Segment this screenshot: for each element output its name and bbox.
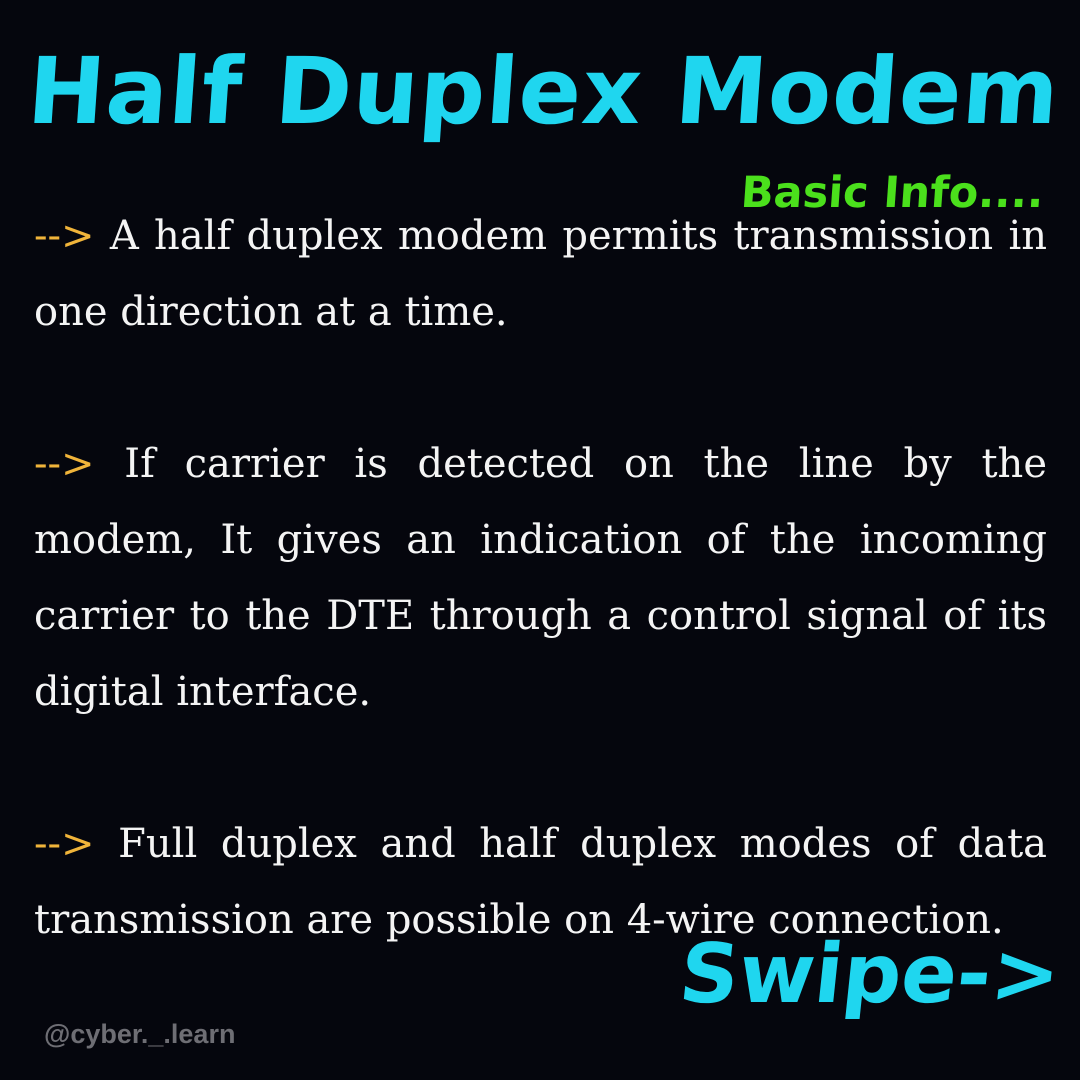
paragraph: --> A half duplex modem permits transmis… — [34, 198, 1047, 350]
paragraph: --> If carrier is detected on the line b… — [34, 426, 1047, 730]
bullet-arrow: --> — [34, 821, 95, 867]
content-body: --> A half duplex modem permits transmis… — [34, 198, 1047, 958]
page-title: Half Duplex Modem — [24, 38, 1064, 145]
author-handle: @cyber._.learn — [44, 1019, 236, 1049]
bullet-arrow: --> — [34, 213, 95, 259]
paragraph-text: If carrier is detected on the line by th… — [34, 441, 1047, 715]
swipe-prompt[interactable]: Swipe-> — [674, 920, 1066, 1030]
bullet-arrow: --> — [34, 441, 95, 487]
paragraph-text: A half duplex modem permits transmission… — [34, 213, 1048, 335]
post-canvas: Half Duplex Modem Basic Info.... --> A h… — [0, 0, 1080, 1080]
